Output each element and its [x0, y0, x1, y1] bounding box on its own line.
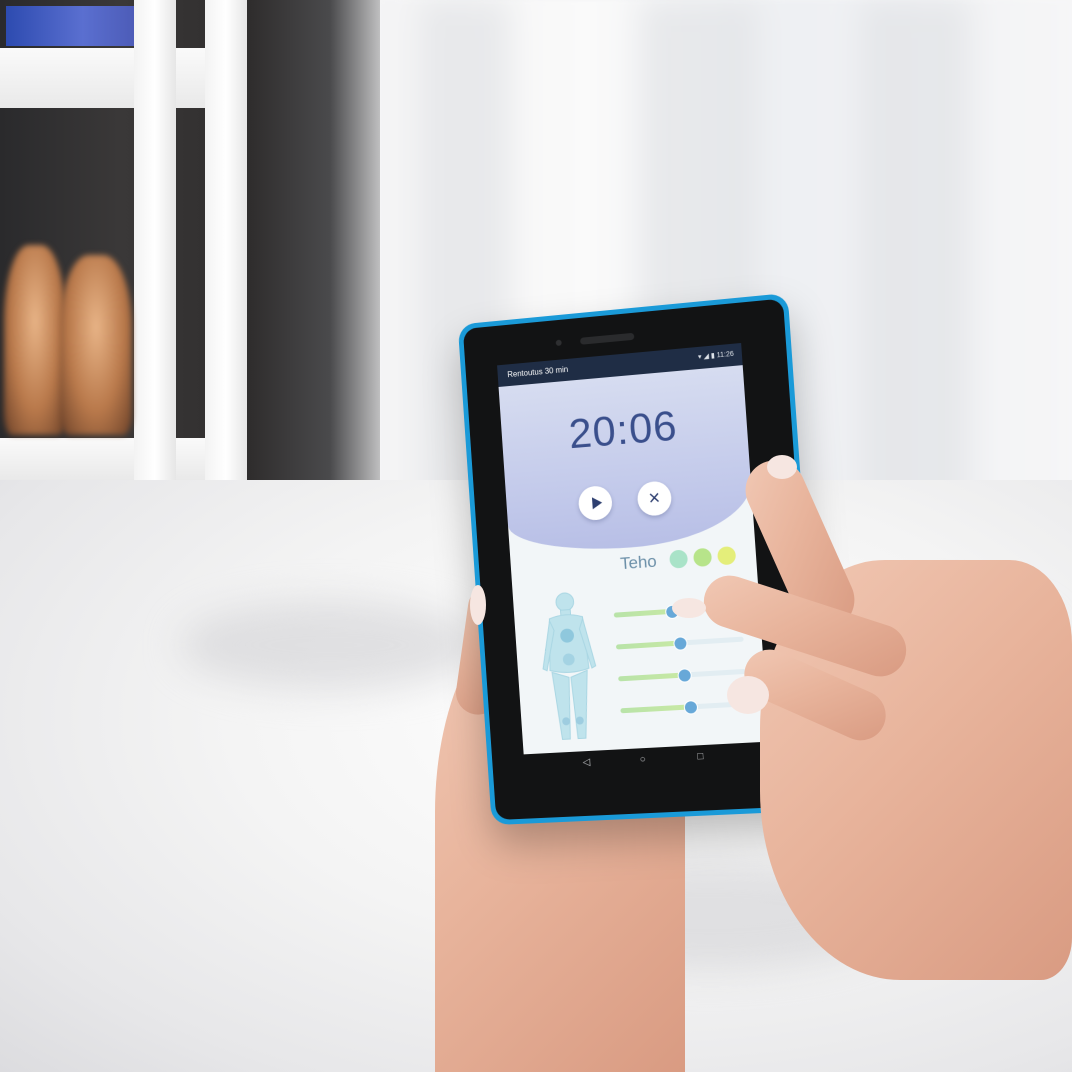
speaker-grille — [579, 332, 635, 345]
fingernail — [727, 676, 769, 714]
power-level-medium-button[interactable] — [692, 547, 713, 568]
shelf-board — [0, 48, 215, 108]
blue-shoebox — [6, 6, 134, 46]
play-button[interactable] — [577, 484, 614, 522]
status-icons: ▾ ◢ ▮ 11:26 — [697, 350, 735, 362]
fingernail — [470, 585, 486, 625]
back-icon[interactable]: ◁ — [582, 757, 590, 768]
power-level-low-button[interactable] — [669, 549, 689, 569]
power-label: Teho — [619, 551, 658, 574]
play-icon — [591, 496, 603, 510]
timer-panel: 20:06 × — [498, 365, 755, 557]
slider-knob[interactable] — [673, 636, 688, 651]
shelf-board — [0, 438, 215, 480]
boot — [4, 245, 66, 435]
front-camera-icon — [555, 339, 562, 347]
home-icon[interactable]: ○ — [639, 754, 646, 765]
body-figure-icon — [530, 588, 609, 749]
app-title: Rentoutus 30 min — [507, 364, 569, 380]
close-icon: × — [647, 487, 661, 510]
sheet-fold — [180, 600, 480, 690]
slider-knob[interactable] — [677, 668, 693, 683]
slider-knob[interactable] — [683, 699, 699, 715]
recents-icon[interactable]: □ — [697, 751, 704, 762]
photo-scene: Rentoutus 30 min ▾ ◢ ▮ 11:26 20:06 × Teh… — [0, 0, 1072, 1072]
fingernail — [672, 598, 706, 618]
fingernail — [767, 455, 797, 479]
intensity-slider[interactable] — [618, 668, 747, 683]
intensity-slider[interactable] — [615, 636, 744, 651]
stop-button[interactable]: × — [636, 480, 673, 517]
boot — [60, 255, 132, 435]
power-level-high-button[interactable] — [716, 545, 737, 566]
countdown-timer: 20:06 — [567, 401, 679, 458]
